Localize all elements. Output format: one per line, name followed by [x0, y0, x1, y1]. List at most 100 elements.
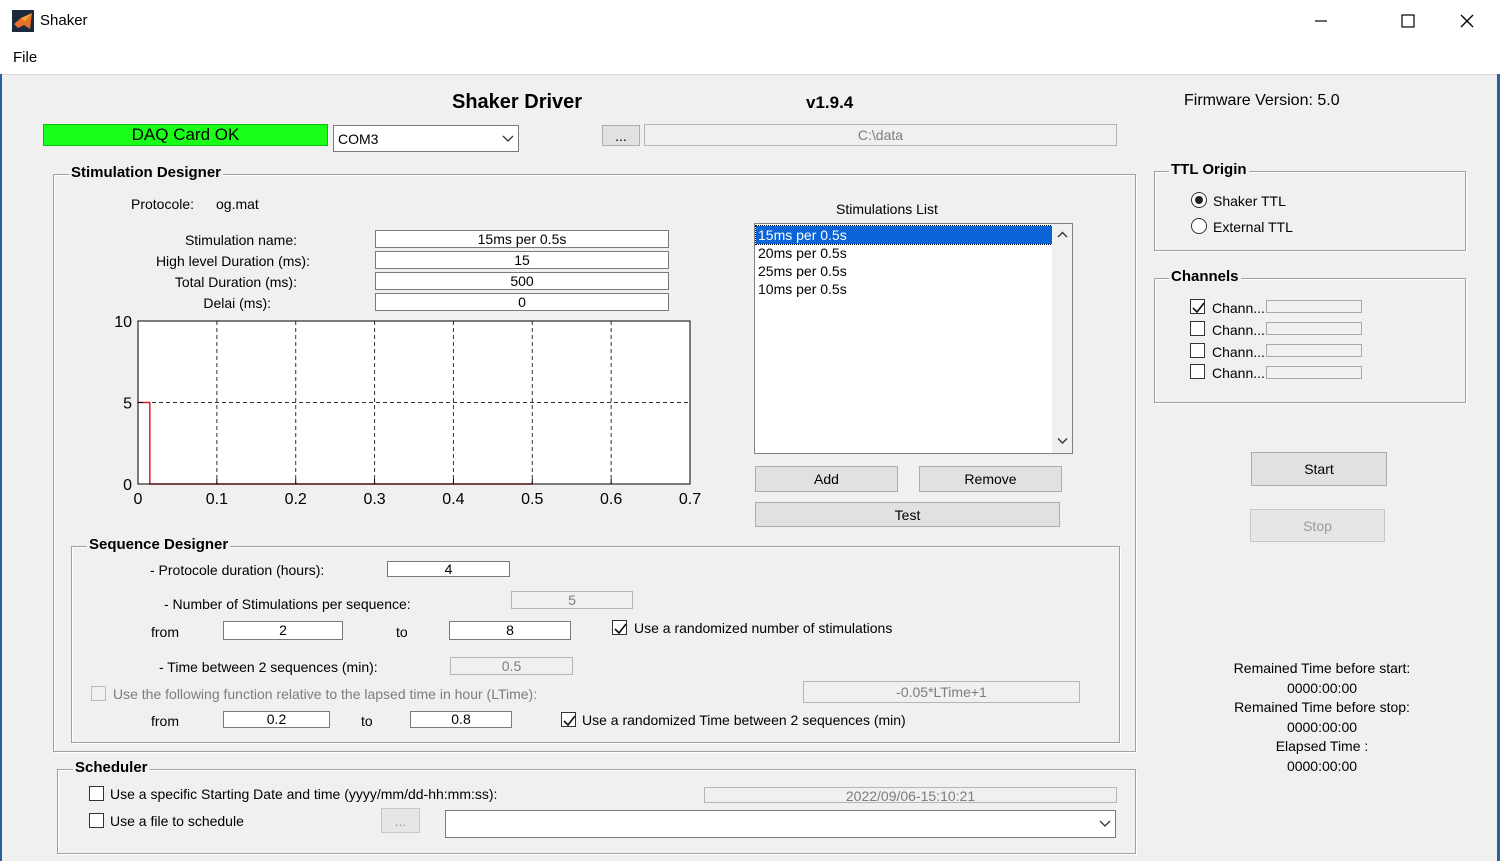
schedule-browse-button[interactable]: ... [381, 808, 420, 833]
radio-selected-dot [1195, 196, 1203, 204]
y-tick-label: 5 [123, 396, 132, 413]
schedule-file-dropdown[interactable] [445, 810, 1116, 838]
function-field: -0.05*LTime+1 [803, 681, 1080, 703]
version-label: v1.9.4 [806, 93, 854, 112]
time-to-input[interactable]: 0.8 [410, 711, 512, 728]
stimulations-list-title: Stimulations List [836, 201, 938, 217]
protocole-label: Protocole: [131, 196, 195, 212]
stimulation-designer-title: Stimulation Designer [69, 164, 224, 181]
randomize-stimulations-checkbox[interactable] [612, 620, 627, 635]
minimize-button[interactable] [1292, 0, 1350, 42]
protocole-value: og.mat [216, 196, 259, 212]
randomize-time-checkbox[interactable] [561, 712, 576, 727]
stim-to-input[interactable]: 8 [449, 621, 571, 640]
chevron-down-icon [1095, 811, 1115, 837]
channel-1-label: Chann... [1212, 300, 1265, 316]
channel-1-checkbox[interactable] [1190, 299, 1205, 314]
time-between-field: 0.5 [450, 657, 573, 675]
external-ttl-radio[interactable] [1191, 218, 1207, 234]
matlab-icon [12, 10, 34, 32]
channels-panel [1154, 278, 1466, 403]
channel-2-level [1266, 322, 1362, 335]
checkmark-icon [614, 623, 627, 635]
menu-file[interactable]: File [13, 49, 37, 66]
list-item[interactable]: 10ms per 0.5s [756, 280, 1052, 298]
list-item[interactable]: 25ms per 0.5s [756, 262, 1052, 280]
total-duration-input[interactable]: 500 [375, 272, 669, 290]
total-duration-label: Total Duration (ms): [174, 274, 297, 290]
list-scrollbar[interactable] [1052, 224, 1072, 453]
com-port-dropdown[interactable]: COM3 [333, 125, 519, 152]
channel-2-checkbox[interactable] [1190, 321, 1205, 336]
checkmark-icon [1192, 302, 1205, 314]
function-checkbox[interactable] [91, 686, 106, 701]
window-title: Shaker [40, 12, 88, 29]
time-to-label: to [361, 713, 373, 729]
stop-button[interactable]: Stop [1250, 509, 1385, 542]
stim-name-label: Stimulation name: [184, 232, 297, 248]
remained-before-start-value: 0000:00:00 [1286, 679, 1358, 696]
remove-button[interactable]: Remove [919, 466, 1062, 492]
ttl-origin-title: TTL Origin [1169, 161, 1249, 178]
channel-1-level [1266, 300, 1362, 313]
elapsed-time-value: 0000:00:00 [1286, 757, 1358, 774]
start-date-label: Use a specific Starting Date and time (y… [110, 786, 498, 802]
stimulations-list[interactable]: 15ms per 0.5s 20ms per 0.5s 25ms per 0.5s 1… [754, 223, 1073, 454]
shaker-ttl-radio[interactable] [1191, 192, 1207, 208]
remained-before-stop-value: 0000:00:00 [1286, 718, 1358, 735]
sequence-designer-title: Sequence Designer [87, 536, 231, 553]
channels-title: Channels [1169, 268, 1241, 285]
list-item[interactable]: 20ms per 0.5s [756, 244, 1052, 262]
external-ttl-label: External TTL [1213, 219, 1293, 235]
close-icon [1460, 14, 1474, 28]
schedule-file-checkbox[interactable] [89, 813, 104, 828]
com-port-value: COM3 [338, 131, 379, 147]
start-date-field: 2022/09/06-15:10:21 [704, 787, 1117, 803]
list-item[interactable]: 15ms per 0.5s [755, 225, 1053, 245]
protocole-duration-label: - Protocole duration (hours): [150, 562, 325, 578]
test-button[interactable]: Test [755, 502, 1060, 527]
num-stimulations-field: 5 [511, 591, 633, 609]
data-path-field: C:\data [644, 124, 1117, 146]
y-tick-label: 0 [123, 477, 132, 494]
ttl-origin-panel [1154, 171, 1466, 251]
x-tick-label: 0 [134, 491, 143, 508]
daq-status-indicator: DAQ Card OK [43, 124, 328, 146]
title-bar [0, 0, 1500, 42]
randomize-time-label: Use a randomized Time between 2 sequence… [582, 712, 906, 728]
channel-2-label: Chann... [1212, 322, 1265, 338]
channel-4-checkbox[interactable] [1190, 364, 1205, 379]
channel-4-level [1266, 366, 1362, 379]
scroll-down-icon[interactable] [1057, 437, 1068, 445]
start-date-checkbox[interactable] [89, 786, 104, 801]
stim-from-input[interactable]: 2 [223, 621, 343, 640]
firmware-version: Firmware Version: 5.0 [1184, 92, 1340, 109]
time-from-input[interactable]: 0.2 [223, 711, 330, 728]
scroll-up-icon[interactable] [1057, 231, 1068, 239]
channel-3-checkbox[interactable] [1190, 343, 1205, 358]
maximize-icon [1401, 14, 1415, 28]
stim-from-label: from [151, 624, 179, 640]
channel-3-label: Chann... [1212, 344, 1265, 360]
remained-before-stop-label: Remained Time before stop: [1234, 699, 1410, 715]
stimulation-chart: 0 0.1 0.2 0.3 0.4 0.5 0.6 0.7 0 5 10 [114, 314, 701, 508]
x-tick-label: 0.6 [600, 491, 622, 508]
close-button[interactable] [1438, 0, 1496, 42]
protocole-duration-input[interactable]: 4 [387, 561, 510, 577]
browse-path-button[interactable]: ... [602, 125, 640, 146]
chevron-down-icon [498, 126, 518, 151]
schedule-file-label: Use a file to schedule [110, 813, 244, 829]
high-level-duration-input[interactable]: 15 [375, 251, 669, 269]
app-title: Shaker Driver [452, 91, 583, 113]
scheduler-title: Scheduler [73, 759, 150, 776]
maximize-button[interactable] [1379, 0, 1437, 42]
add-button[interactable]: Add [755, 466, 898, 492]
time-between-label: - Time between 2 sequences (min): [159, 659, 378, 675]
stim-name-input[interactable]: 15ms per 0.5s [375, 230, 669, 248]
channel-3-level [1266, 344, 1362, 357]
start-button[interactable]: Start [1251, 452, 1387, 486]
x-tick-label: 0.5 [521, 491, 543, 508]
shaker-ttl-label: Shaker TTL [1213, 193, 1286, 209]
x-tick-label: 0.3 [363, 491, 385, 508]
minimize-icon [1315, 20, 1327, 22]
